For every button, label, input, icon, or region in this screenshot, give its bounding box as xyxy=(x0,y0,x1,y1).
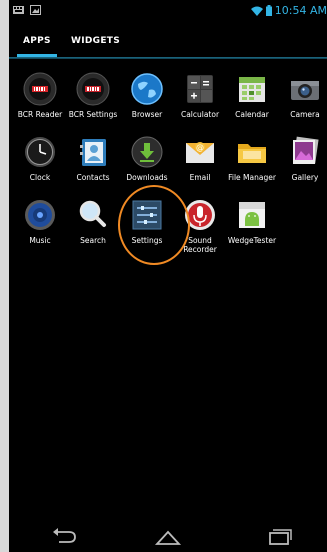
app-search[interactable]: Search xyxy=(67,198,119,245)
app-label: File Manager xyxy=(228,173,276,182)
magnifier-icon xyxy=(79,200,106,227)
screen: 10:54 AM APPS WIDGETS BCR Reader BCR Set… xyxy=(9,0,327,552)
app-label: Calendar xyxy=(235,110,269,119)
app-calendar[interactable]: Calendar xyxy=(226,72,278,119)
app-downloads[interactable]: Downloads xyxy=(121,135,173,182)
calendar-icon xyxy=(239,77,265,102)
settings-highlight-ring xyxy=(118,185,190,265)
app-email[interactable]: @ Email xyxy=(174,135,226,182)
barcode-settings-icon xyxy=(76,72,110,106)
clock-icon xyxy=(25,137,55,167)
keyboard-notification-icon xyxy=(13,6,24,14)
notification-icons xyxy=(13,5,41,15)
app-clock[interactable]: Clock xyxy=(14,135,66,182)
app-camera[interactable]: Camera xyxy=(279,72,327,119)
app-file-manager[interactable]: File Manager xyxy=(226,135,278,182)
app-label: BCR Settings xyxy=(68,110,118,119)
app-calculator[interactable]: Calculator xyxy=(174,72,226,119)
contacts-icon xyxy=(80,139,106,166)
back-button[interactable] xyxy=(49,526,79,546)
barcode-reader-icon xyxy=(23,72,57,106)
globe-icon xyxy=(131,73,163,105)
calculator-icon xyxy=(187,75,213,103)
email-icon: @ xyxy=(186,142,214,163)
device-frame: 10:54 AM APPS WIDGETS BCR Reader BCR Set… xyxy=(0,0,327,552)
app-label: Gallery xyxy=(291,173,319,182)
app-label: Clock xyxy=(29,173,51,182)
clock-time: 10:54 AM xyxy=(274,4,327,17)
gallery-icon xyxy=(293,136,319,164)
battery-icon xyxy=(265,5,272,16)
tab-bar: APPS WIDGETS xyxy=(9,26,327,57)
app-label: Contacts xyxy=(76,173,110,182)
folder-icon xyxy=(238,144,266,163)
app-label: Email xyxy=(189,173,211,182)
app-label: WedgeTester xyxy=(227,236,277,245)
home-button[interactable] xyxy=(153,526,183,546)
tab-widgets[interactable]: WIDGETS xyxy=(71,26,120,56)
app-browser[interactable]: Browser xyxy=(121,72,173,119)
android-icon xyxy=(239,202,265,228)
wifi-icon xyxy=(250,6,263,16)
app-label: Camera xyxy=(290,110,320,119)
app-label: Search xyxy=(80,236,106,245)
app-label: Calculator xyxy=(180,110,220,119)
app-bcr-reader[interactable]: BCR Reader xyxy=(14,72,66,119)
app-label: BCR Reader xyxy=(17,110,63,119)
navigation-bar xyxy=(9,520,327,552)
download-icon xyxy=(131,136,163,168)
app-gallery[interactable]: Gallery xyxy=(279,135,327,182)
speaker-icon xyxy=(25,200,55,230)
image-notification-icon xyxy=(30,5,41,15)
app-wedgetester[interactable]: WedgeTester xyxy=(226,198,278,245)
system-status: 10:54 AM xyxy=(250,4,327,17)
app-contacts[interactable]: Contacts xyxy=(67,135,119,182)
app-label: Browser xyxy=(131,110,163,119)
camera-icon xyxy=(291,81,319,100)
app-bcr-settings[interactable]: BCR Settings xyxy=(67,72,119,119)
recent-apps-button[interactable] xyxy=(264,526,294,546)
tab-apps[interactable]: APPS xyxy=(23,26,51,56)
tabs-divider xyxy=(9,57,327,59)
app-music[interactable]: Music xyxy=(14,198,66,245)
app-label: Downloads xyxy=(126,173,168,182)
app-label: Music xyxy=(29,236,51,245)
status-bar: 10:54 AM xyxy=(9,0,327,22)
svg-text:@: @ xyxy=(196,143,204,152)
